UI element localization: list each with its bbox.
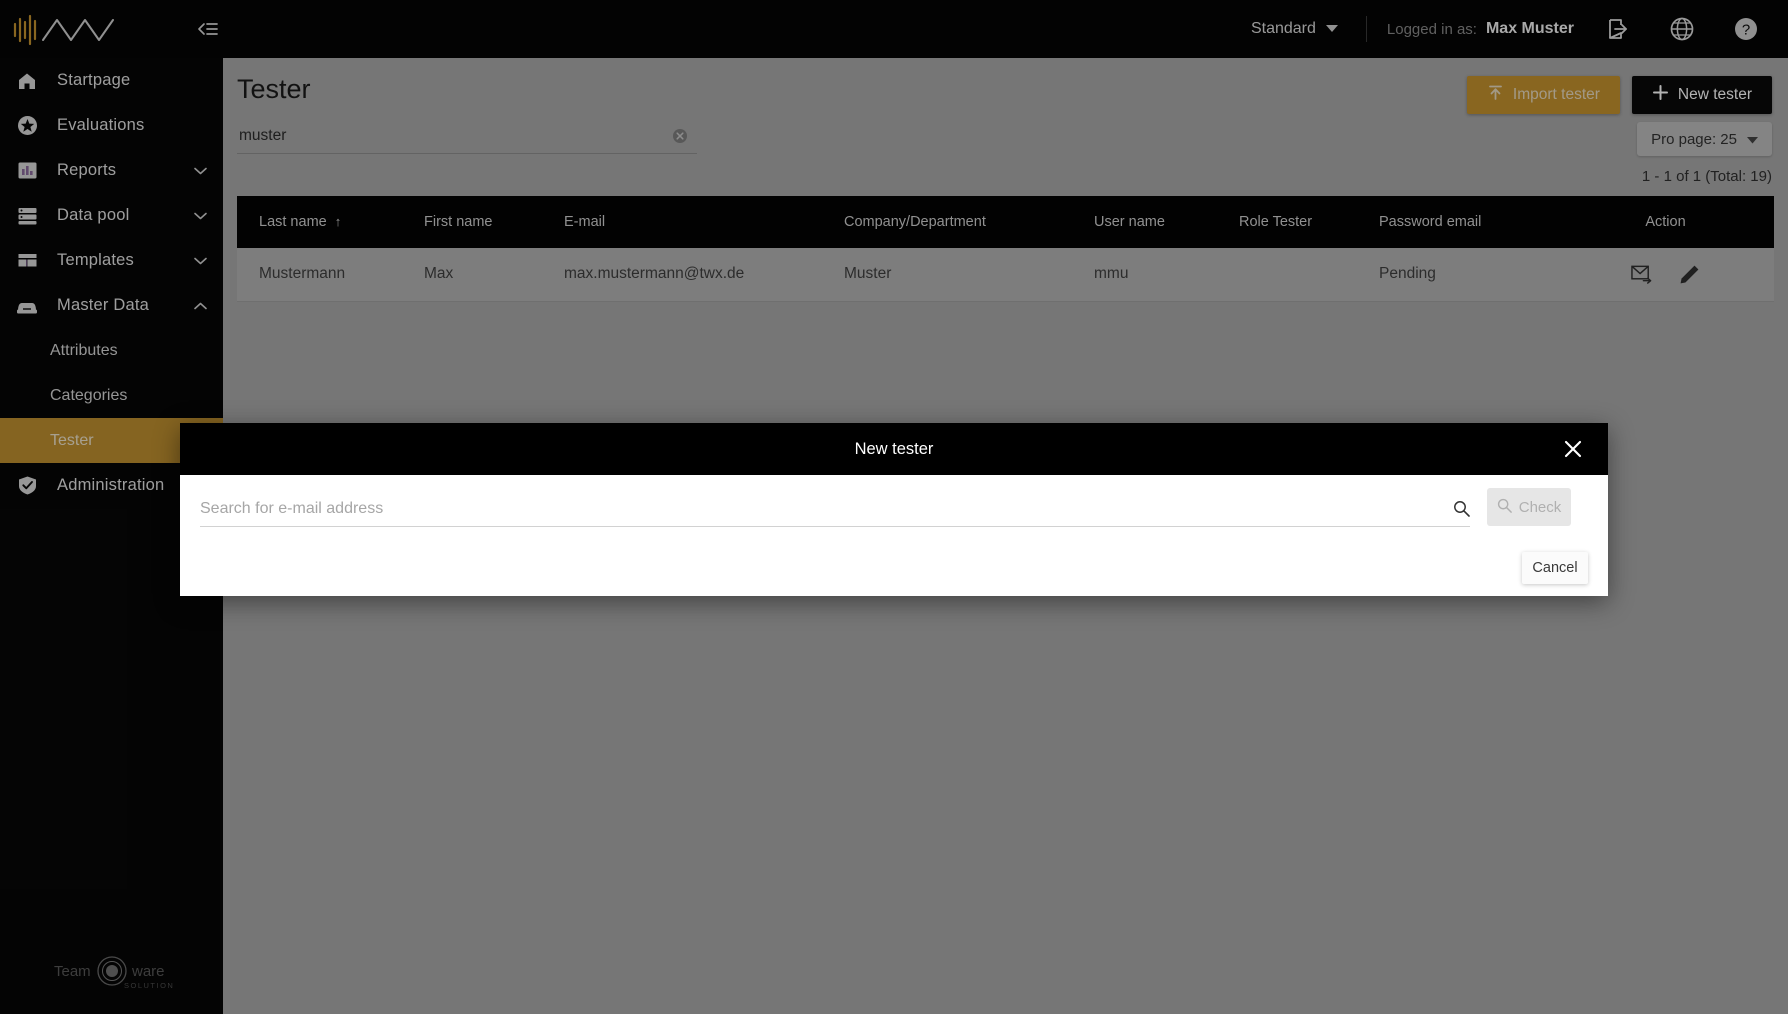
modal-email-search	[200, 495, 1470, 527]
check-button[interactable]: Check	[1487, 488, 1571, 526]
new-tester-modal: New tester Che	[180, 423, 1608, 596]
modal-header: New tester	[180, 423, 1608, 475]
search-icon	[1497, 498, 1512, 517]
modal-title: New tester	[854, 439, 934, 458]
modal-body: Check Cancel	[180, 475, 1608, 596]
close-icon[interactable]	[1560, 436, 1586, 462]
search-icon[interactable]	[1452, 500, 1470, 518]
check-button-label: Check	[1518, 498, 1562, 516]
email-search-input[interactable]	[200, 499, 1452, 522]
cancel-button[interactable]: Cancel	[1522, 552, 1588, 584]
